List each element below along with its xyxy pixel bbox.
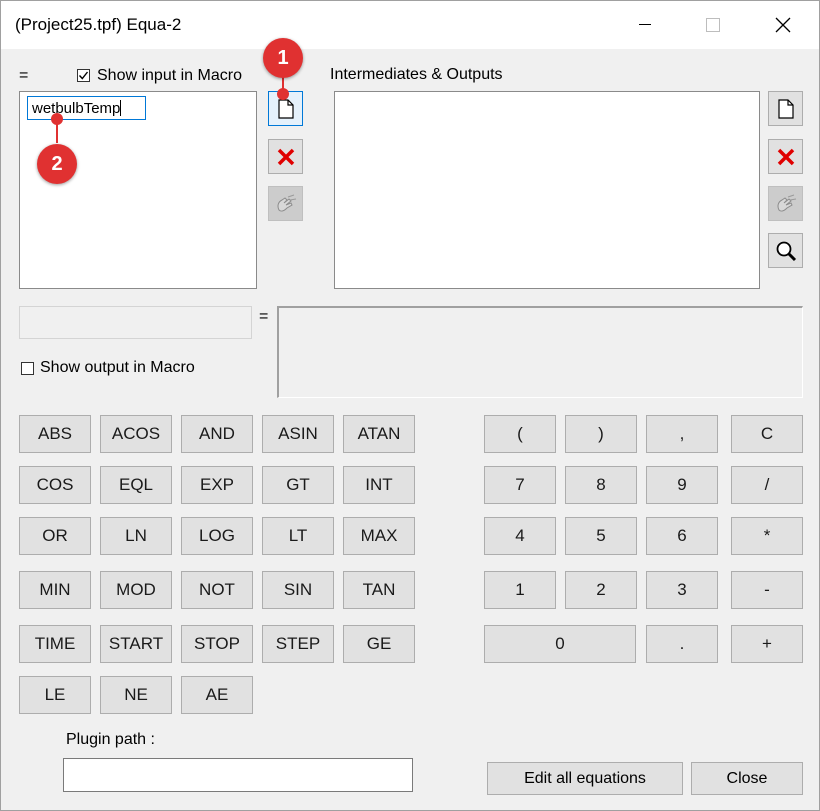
window-title: (Project25.tpf) Equa-2 xyxy=(15,15,182,34)
num-key-comma[interactable]: , xyxy=(646,415,718,453)
plugin-path-input[interactable] xyxy=(63,758,413,792)
num-key-open-paren[interactable]: ( xyxy=(484,415,556,453)
edit-output-button[interactable] xyxy=(768,186,803,221)
close-button[interactable]: Close xyxy=(691,762,803,795)
num-key-7[interactable]: 7 xyxy=(484,466,556,504)
func-key-eql[interactable]: EQL xyxy=(100,466,172,504)
num-key-close-paren[interactable]: ) xyxy=(565,415,637,453)
num-key-divide[interactable]: / xyxy=(731,466,803,504)
func-key-tan[interactable]: TAN xyxy=(343,571,415,609)
num-key-8[interactable]: 8 xyxy=(565,466,637,504)
func-key-not[interactable]: NOT xyxy=(181,571,253,609)
num-key-5[interactable]: 5 xyxy=(565,517,637,555)
func-key-mod[interactable]: MOD xyxy=(100,571,172,609)
func-key-ne[interactable]: NE xyxy=(100,676,172,714)
text-cursor xyxy=(120,100,122,116)
func-key-min[interactable]: MIN xyxy=(19,571,91,609)
delete-output-button[interactable] xyxy=(768,139,803,174)
delete-x-icon xyxy=(277,148,294,165)
func-key-int[interactable]: INT xyxy=(343,466,415,504)
func-key-cos[interactable]: COS xyxy=(19,466,91,504)
func-key-ln[interactable]: LN xyxy=(100,517,172,555)
input-name-field[interactable]: wetbulbTemp xyxy=(27,96,146,120)
num-key-minus[interactable]: - xyxy=(731,571,803,609)
num-key-clear[interactable]: C xyxy=(731,415,803,453)
func-key-acos[interactable]: ACOS xyxy=(100,415,172,453)
func-key-stop[interactable]: STOP xyxy=(181,625,253,663)
func-key-le[interactable]: LE xyxy=(19,676,91,714)
func-key-atan[interactable]: ATAN xyxy=(343,415,415,453)
num-key-1[interactable]: 1 xyxy=(484,571,556,609)
edit-hand-icon xyxy=(277,194,296,212)
equa-window: (Project25.tpf) Equa-2 = Show input in M… xyxy=(0,0,820,811)
func-key-start[interactable]: START xyxy=(100,625,172,663)
func-key-exp[interactable]: EXP xyxy=(181,466,253,504)
maximize-button xyxy=(679,1,747,49)
func-key-abs[interactable]: ABS xyxy=(19,415,91,453)
annotation-2-badge: 2 xyxy=(37,144,77,184)
output-equals-label: = xyxy=(259,308,269,325)
delete-input-button[interactable] xyxy=(268,139,303,174)
edit-input-button[interactable] xyxy=(268,186,303,221)
func-key-and[interactable]: AND xyxy=(181,415,253,453)
new-doc-icon xyxy=(277,98,294,119)
num-key-3[interactable]: 3 xyxy=(646,571,718,609)
close-window-button[interactable] xyxy=(749,1,817,49)
func-key-lt[interactable]: LT xyxy=(262,517,334,555)
func-key-ae[interactable]: AE xyxy=(181,676,253,714)
intermediates-list[interactable] xyxy=(334,91,760,289)
delete-x-icon xyxy=(777,148,794,165)
func-key-time[interactable]: TIME xyxy=(19,625,91,663)
search-output-button[interactable] xyxy=(768,233,803,268)
num-key-multiply[interactable]: * xyxy=(731,517,803,555)
close-icon xyxy=(775,17,791,33)
show-output-checkbox[interactable] xyxy=(21,362,34,375)
func-key-gt[interactable]: GT xyxy=(262,466,334,504)
num-key-9[interactable]: 9 xyxy=(646,466,718,504)
annotation-1-dot xyxy=(277,88,289,100)
new-output-button[interactable] xyxy=(768,91,803,126)
func-key-ge[interactable]: GE xyxy=(343,625,415,663)
minimize-button[interactable] xyxy=(611,1,679,49)
output-expression-field[interactable] xyxy=(277,306,803,398)
annotation-1-badge: 1 xyxy=(263,38,303,78)
num-key-2[interactable]: 2 xyxy=(565,571,637,609)
show-input-checkbox[interactable] xyxy=(77,69,90,82)
output-name-field xyxy=(19,306,252,339)
magnifier-icon xyxy=(776,241,796,261)
func-key-max[interactable]: MAX xyxy=(343,517,415,555)
func-key-sin[interactable]: SIN xyxy=(262,571,334,609)
show-output-label[interactable]: Show output in Macro xyxy=(40,359,195,377)
edit-hand-icon xyxy=(777,194,796,212)
minimize-icon xyxy=(639,24,651,25)
annotation-2-dot xyxy=(51,113,63,125)
new-doc-icon xyxy=(777,98,794,119)
intermediates-label: Intermediates & Outputs xyxy=(330,66,503,83)
num-key-decimal[interactable]: . xyxy=(646,625,718,663)
input-equals-label: = xyxy=(19,67,29,84)
num-key-4[interactable]: 4 xyxy=(484,517,556,555)
num-key-plus[interactable]: + xyxy=(731,625,803,663)
checkmark-icon xyxy=(78,71,89,80)
num-key-6[interactable]: 6 xyxy=(646,517,718,555)
maximize-icon xyxy=(706,18,720,32)
func-key-step[interactable]: STEP xyxy=(262,625,334,663)
title-bar: (Project25.tpf) Equa-2 xyxy=(1,1,819,49)
func-key-asin[interactable]: ASIN xyxy=(262,415,334,453)
func-key-or[interactable]: OR xyxy=(19,517,91,555)
edit-all-equations-button[interactable]: Edit all equations xyxy=(487,762,683,795)
show-input-label[interactable]: Show input in Macro xyxy=(97,67,242,85)
num-key-0[interactable]: 0 xyxy=(484,625,636,663)
input-name-text: wetbulbTemp xyxy=(32,100,121,117)
plugin-path-label: Plugin path : xyxy=(66,731,155,748)
func-key-log[interactable]: LOG xyxy=(181,517,253,555)
